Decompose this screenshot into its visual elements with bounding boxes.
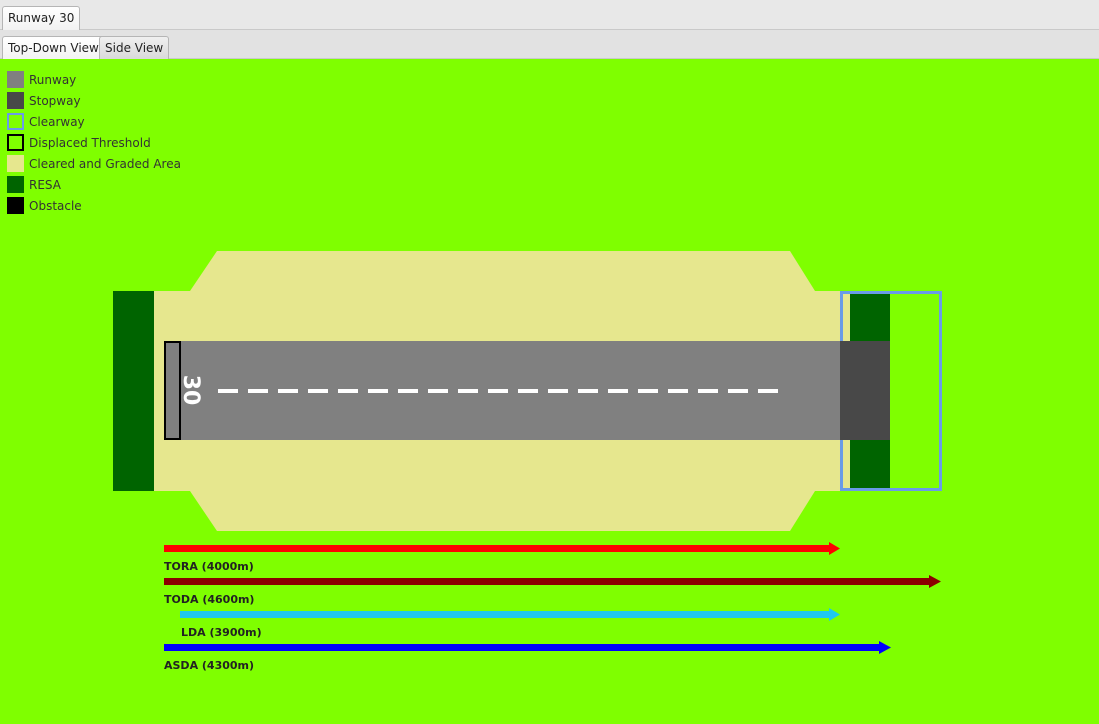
lda-arrow-shaft <box>180 611 830 618</box>
legend-label: Runway <box>29 72 77 87</box>
legend-swatch-resa <box>7 176 24 193</box>
toda-arrow-shaft <box>164 578 930 585</box>
legend-label: Displaced Threshold <box>29 135 151 150</box>
toda-arrow-head <box>929 575 941 588</box>
asda-label: ASDA (4300m) <box>164 659 254 672</box>
toda-label: TODA (4600m) <box>164 593 254 606</box>
resa-left <box>113 291 154 491</box>
legend-item-runway: Runway <box>7 69 181 90</box>
legend-label: Clearway <box>29 114 85 129</box>
legend-swatch-cleared-graded-area <box>7 155 24 172</box>
distance-toda: TODA (4600m) <box>164 575 941 606</box>
runway-tab-bar: Runway 30 <box>0 0 1099 30</box>
lda-arrow-head <box>829 608 840 621</box>
tora-arrow-head <box>829 542 840 555</box>
legend-swatch-stopway <box>7 92 24 109</box>
distance-asda: ASDA (4300m) <box>164 641 891 672</box>
stopway <box>840 341 890 440</box>
legend-item-displaced-threshold: Displaced Threshold <box>7 132 181 153</box>
legend-label: Obstacle <box>29 198 82 213</box>
tab-top-down-view[interactable]: Top-Down View <box>2 36 105 60</box>
tora-arrow-shaft <box>164 545 830 552</box>
runway-designator: 30 <box>178 375 203 406</box>
runway-canvas: 30 TORA (4000m) TODA (4600m) LDA (3900m) <box>0 59 1099 724</box>
legend: Runway Stopway Clearway Displaced Thresh… <box>7 69 181 216</box>
legend-label: Stopway <box>29 93 81 108</box>
legend-swatch-runway <box>7 71 24 88</box>
legend-swatch-obstacle <box>7 197 24 214</box>
asda-arrow-head <box>879 641 891 654</box>
legend-item-stopway: Stopway <box>7 90 181 111</box>
tab-runway-30[interactable]: Runway 30 <box>2 6 81 30</box>
tora-label: TORA (4000m) <box>164 560 254 573</box>
tab-side-view[interactable]: Side View <box>99 36 170 60</box>
displaced-threshold <box>164 341 181 440</box>
runway-window: Runway 30 Top-Down View Side View 30 TOR… <box>0 0 1099 724</box>
lda-label: LDA (3900m) <box>181 626 262 639</box>
legend-item-clearway: Clearway <box>7 111 181 132</box>
legend-label: RESA <box>29 177 61 192</box>
legend-swatch-clearway <box>7 113 24 130</box>
asda-arrow-shaft <box>164 644 880 651</box>
legend-swatch-displaced-threshold <box>7 134 24 151</box>
legend-item-cleared-graded-area: Cleared and Graded Area <box>7 153 181 174</box>
distance-lda: LDA (3900m) <box>180 608 840 639</box>
distance-tora: TORA (4000m) <box>164 542 840 573</box>
legend-label: Cleared and Graded Area <box>29 156 181 171</box>
view-tab-bar: Top-Down View Side View <box>0 30 1099 60</box>
legend-item-resa: RESA <box>7 174 181 195</box>
legend-item-obstacle: Obstacle <box>7 195 181 216</box>
